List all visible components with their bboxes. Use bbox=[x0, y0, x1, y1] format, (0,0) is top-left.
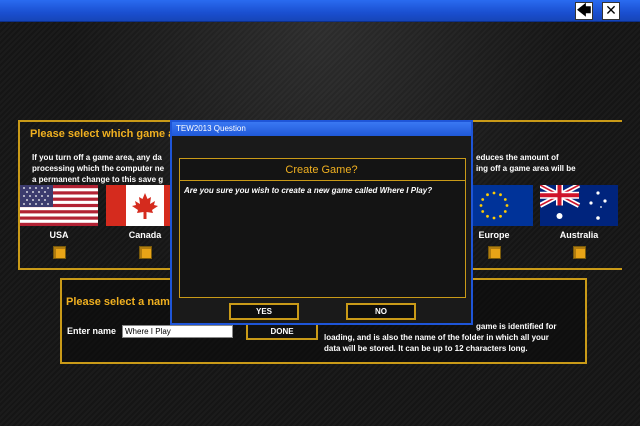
question-dialog: TEW2013 Question Create Game? Are you su… bbox=[170, 120, 473, 325]
window-titlebar: 🡄 ✕ bbox=[0, 0, 640, 22]
europe-checkbox[interactable] bbox=[488, 246, 501, 259]
dialog-divider bbox=[179, 180, 466, 181]
dialog-title: TEW2013 Question bbox=[172, 122, 471, 136]
done-button[interactable]: DONE bbox=[246, 323, 318, 340]
country-label-usa: USA bbox=[49, 230, 69, 240]
areas-info-right: educes the amount of ing off a game area… bbox=[476, 152, 576, 174]
canada-checkbox[interactable] bbox=[139, 246, 152, 259]
info-line: educes the amount of bbox=[476, 153, 559, 162]
info-line: ing off a game area will be bbox=[476, 164, 576, 173]
dialog-content-frame bbox=[179, 158, 466, 298]
info-line: If you turn off a game area, any da bbox=[32, 153, 162, 162]
close-icon[interactable]: ✕ bbox=[602, 2, 620, 20]
areas-info-left: If you turn off a game area, any da proc… bbox=[32, 152, 164, 185]
name-info-text: game is identified for loading, and is a… bbox=[324, 321, 556, 354]
info-line: data will be stored. It can be up to 12 … bbox=[324, 344, 528, 353]
usa-flag[interactable] bbox=[20, 185, 98, 226]
no-button[interactable]: NO bbox=[346, 303, 416, 320]
info-line: a permanent change to this save g bbox=[32, 175, 164, 184]
back-arrow-icon[interactable]: 🡄 bbox=[575, 2, 593, 20]
enter-name-label: Enter name bbox=[67, 326, 117, 336]
areas-heading: Please select which game are bbox=[30, 128, 185, 140]
usa-checkbox[interactable] bbox=[53, 246, 66, 259]
game-name-input[interactable] bbox=[122, 325, 233, 338]
australia-checkbox[interactable] bbox=[573, 246, 586, 259]
name-heading: Please select a name bbox=[66, 296, 177, 308]
yes-button[interactable]: YES bbox=[229, 303, 299, 320]
australia-flag[interactable] bbox=[540, 185, 618, 226]
country-label-australia: Australia bbox=[559, 230, 599, 240]
dialog-heading: Create Game? bbox=[285, 164, 358, 176]
info-line: processing which the computer ne bbox=[32, 164, 165, 173]
dialog-message: Are you sure you wish to create a new ga… bbox=[184, 186, 433, 195]
info-line: loading, and is also the name of the fol… bbox=[324, 333, 549, 342]
